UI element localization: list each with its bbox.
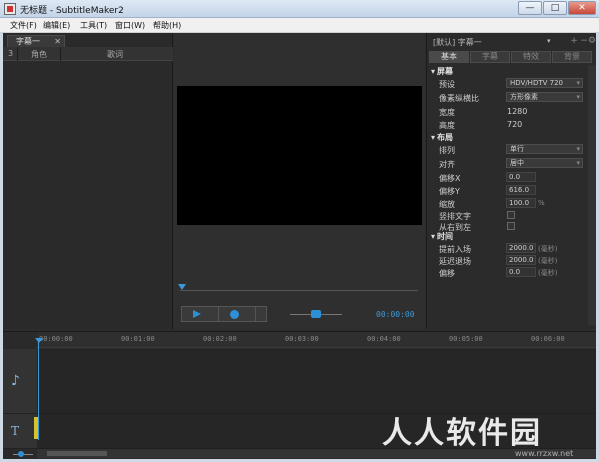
- column-index: 3: [8, 49, 14, 58]
- arrange-select[interactable]: 单行: [506, 144, 583, 154]
- menu-window[interactable]: 窗口(W): [115, 20, 145, 31]
- tick-label: 00:06:00: [531, 335, 565, 343]
- music-track-header[interactable]: ♪: [3, 349, 37, 414]
- time-offset-unit: (毫秒): [538, 269, 558, 277]
- aspect-label: 像素纵横比: [439, 94, 479, 103]
- vertical-text-checkbox[interactable]: [507, 211, 515, 219]
- properties-scrollbar[interactable]: [588, 65, 596, 325]
- settings-icon[interactable]: ⚙: [587, 36, 597, 46]
- playhead-handle[interactable]: [35, 338, 43, 343]
- property-tabs: 基本 字幕 特效 背景: [429, 51, 595, 63]
- close-button[interactable]: ✕: [568, 1, 596, 15]
- text-track-header[interactable]: T: [3, 414, 37, 449]
- playhead[interactable]: [38, 340, 39, 440]
- style-selector[interactable]: [默认] 字幕一: [433, 37, 482, 48]
- menu-bar: 文件(F) 编辑(E) 工具(T) 窗口(W) 帮助(H): [0, 18, 599, 33]
- properties-header: [默认] 字幕一 ▾ + − ⚙: [427, 35, 597, 49]
- align-select[interactable]: 居中: [506, 158, 583, 168]
- app-icon: [4, 3, 16, 15]
- menu-edit[interactable]: 编辑(E): [43, 20, 70, 31]
- playback-controls: [181, 306, 267, 322]
- volume-handle[interactable]: [311, 310, 321, 318]
- tab-subtitle[interactable]: 字幕: [470, 51, 510, 63]
- time-offset-label: 偏移: [439, 269, 455, 278]
- preset-select[interactable]: HDV/HDTV 720: [506, 78, 583, 88]
- scale-label: 缩放: [439, 200, 455, 209]
- record-icon: [230, 310, 239, 319]
- arrange-label: 排列: [439, 146, 455, 155]
- offset-y-field[interactable]: 616.0: [506, 185, 536, 195]
- tick-label: 00:03:00: [285, 335, 319, 343]
- section-layout[interactable]: 布局: [431, 132, 453, 143]
- tab-effects[interactable]: 特效: [511, 51, 551, 63]
- music-track[interactable]: [37, 349, 596, 414]
- rtl-checkbox[interactable]: [507, 222, 515, 230]
- width-field[interactable]: 1280: [507, 107, 527, 116]
- subtitle-list-header: 3 角色 歌词: [3, 47, 173, 61]
- delay-out-label: 延迟退场: [439, 257, 471, 266]
- timeline-ruler[interactable]: 00:00:00 00:01:00 00:02:00 00:03:00 00:0…: [37, 332, 596, 348]
- delay-out-unit: (毫秒): [538, 257, 558, 265]
- menu-file[interactable]: 文件(F): [10, 20, 37, 31]
- tick-label: 00:05:00: [449, 335, 483, 343]
- play-icon: [193, 310, 201, 318]
- tab-basic[interactable]: 基本: [429, 51, 469, 63]
- scrollbar-thumb[interactable]: [47, 451, 107, 456]
- column-role[interactable]: 角色: [31, 49, 47, 60]
- height-label: 高度: [439, 121, 455, 130]
- delay-out-field[interactable]: 2000.0: [506, 255, 536, 265]
- properties-panel: [默认] 字幕一 ▾ + − ⚙ 基本 字幕 特效 背景 屏幕 预设 HDV/H…: [426, 33, 596, 329]
- tick-label: 00:01:00: [121, 335, 155, 343]
- window-title: 无标题 - SubtitleMaker2: [20, 6, 124, 16]
- scale-unit: %: [538, 199, 545, 207]
- lead-in-field[interactable]: 2000.0: [506, 243, 536, 253]
- add-icon[interactable]: +: [569, 36, 579, 46]
- section-screen[interactable]: 屏幕: [431, 66, 453, 77]
- dropdown-icon[interactable]: ▾: [547, 37, 551, 45]
- timeline-zoom-slider[interactable]: [13, 451, 33, 457]
- preview-area: 00:00:00: [174, 33, 425, 329]
- seek-handle[interactable]: [178, 284, 186, 290]
- section-time[interactable]: 时间: [431, 231, 453, 242]
- lead-in-unit: (毫秒): [538, 245, 558, 253]
- watermark-url: www.rrzxw.net: [515, 449, 574, 458]
- music-note-icon: ♪: [11, 373, 20, 389]
- tab-subtitle-one[interactable]: 字幕一 ✕: [7, 35, 65, 47]
- subtitle-list-panel: 字幕一 ✕ 3 角色 歌词: [3, 33, 173, 329]
- column-divider[interactable]: [60, 47, 61, 61]
- tab-close-icon[interactable]: ✕: [54, 36, 61, 47]
- align-label: 对齐: [439, 160, 455, 169]
- track-marker: [34, 417, 38, 439]
- offset-x-field[interactable]: 0.0: [506, 172, 536, 182]
- scale-field[interactable]: 100.0: [506, 198, 536, 208]
- title-bar: 无标题 - SubtitleMaker2 — □ ✕: [0, 0, 599, 18]
- height-field[interactable]: 720: [507, 120, 522, 129]
- text-icon: T: [11, 424, 20, 438]
- menu-tools[interactable]: 工具(T): [80, 20, 107, 31]
- tick-label: 00:00:00: [39, 335, 73, 343]
- offset-y-label: 偏移Y: [439, 187, 460, 196]
- tick-label: 00:04:00: [367, 335, 401, 343]
- tab-background[interactable]: 背景: [552, 51, 592, 63]
- vertical-text-label: 竖排文字: [439, 212, 471, 221]
- width-label: 宽度: [439, 108, 455, 117]
- play-button[interactable]: [182, 307, 219, 321]
- watermark: 人人软件园: [382, 416, 542, 451]
- tick-label: 00:02:00: [203, 335, 237, 343]
- tab-label: 字幕一: [16, 37, 40, 46]
- time-offset-field[interactable]: 0.0: [506, 267, 536, 277]
- aspect-select[interactable]: 方形像素: [506, 92, 583, 102]
- app-body: 字幕一 ✕ 3 角色 歌词 00:00:00 [默认] 字幕一 ▾ + − ⚙ …: [3, 33, 596, 459]
- column-divider[interactable]: [17, 47, 18, 61]
- seek-bar[interactable]: [180, 290, 418, 291]
- maximize-button[interactable]: □: [543, 1, 567, 15]
- lead-in-label: 提前入场: [439, 245, 471, 254]
- preset-label: 预设: [439, 80, 455, 89]
- timecode-display: 00:00:00: [376, 310, 415, 319]
- offset-x-label: 偏移X: [439, 174, 461, 183]
- video-preview[interactable]: [177, 86, 422, 225]
- minimize-button[interactable]: —: [518, 1, 542, 15]
- column-lyrics[interactable]: 歌词: [107, 49, 123, 60]
- menu-help[interactable]: 帮助(H): [153, 20, 181, 31]
